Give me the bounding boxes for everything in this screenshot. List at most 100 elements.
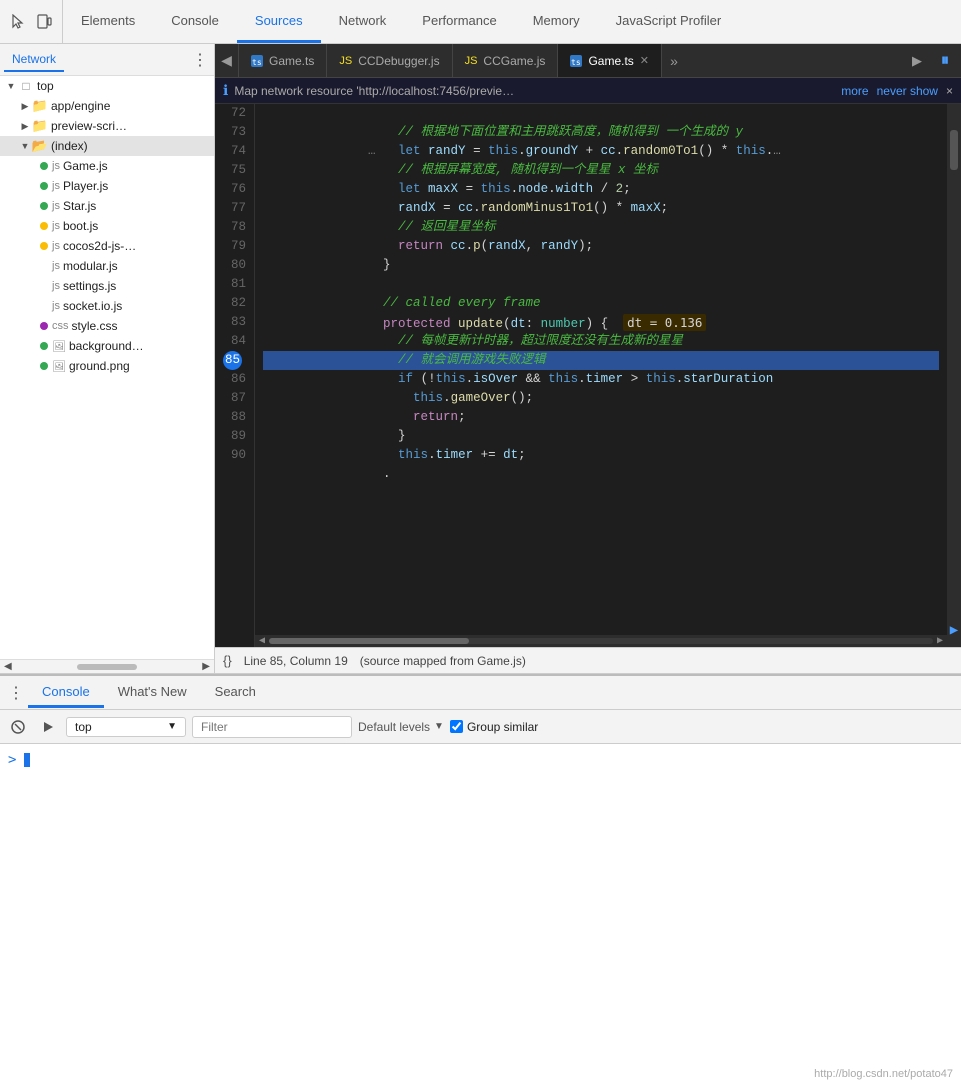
tab-performance[interactable]: Performance — [404, 0, 514, 43]
tree-item-index[interactable]: ▼ 📂 (index) — [0, 136, 214, 156]
console-toolbar: top ▼ Default levels ▼ Group similar — [0, 710, 961, 744]
tree-label-background: background… — [69, 339, 144, 353]
editor-tab-game-ts-1[interactable]: ts Game.ts — [239, 44, 327, 77]
filetree-scroll-left[interactable]: ◀ — [4, 661, 12, 672]
close-tab-btn[interactable]: ✕ — [640, 54, 649, 67]
group-similar-checkbox[interactable] — [450, 720, 463, 733]
tree-item-ground[interactable]: 🖼 ground.png — [0, 356, 214, 376]
tree-item-player-js[interactable]: js Player.js — [0, 176, 214, 196]
tab-console[interactable]: Console — [153, 0, 237, 43]
console-clear-btn[interactable] — [6, 715, 30, 739]
code-lines-scroll[interactable]: // 根据地下面位置和主用跳跃高度，随机得到 一个生成的 y … let ran… — [255, 104, 947, 635]
console-tab-whatsnew[interactable]: What's New — [104, 678, 201, 708]
tree-item-game-js[interactable]: js Game.js — [0, 156, 214, 176]
pause-btn[interactable]: ⏸ — [933, 49, 957, 73]
right-arrow-indicator: ▶ — [950, 622, 958, 641]
top-tabs: Elements Console Sources Network Perform… — [63, 0, 739, 43]
tab-memory[interactable]: Memory — [515, 0, 598, 43]
file-icon-boot-js: js — [52, 220, 60, 232]
editor-tabs-more[interactable]: » — [662, 44, 686, 77]
console-filter-input[interactable] — [192, 716, 352, 738]
watermark: http://blog.csdn.net/potato47 — [814, 1068, 953, 1080]
line-numbers: 72 73 74 75 76 77 78 79 80 81 82 83 84 8… — [215, 104, 255, 647]
file-icon-game-js: js — [52, 160, 60, 172]
tree-item-star-js[interactable]: js Star.js — [0, 196, 214, 216]
filetree-scroll-right[interactable]: ▶ — [202, 661, 210, 672]
hscroll-left-arrow[interactable]: ◀ — [259, 632, 265, 648]
spacer-socket — [40, 302, 48, 310]
tab-network[interactable]: Network — [321, 0, 405, 43]
editor-tab-ccgame[interactable]: JS CCGame.js — [453, 44, 559, 77]
tree-label-app-engine: app/engine — [51, 99, 110, 113]
pretty-print-btn[interactable]: {} — [223, 653, 232, 668]
tree-arrow-preview: ▶ — [18, 119, 32, 133]
spacer-settings — [40, 282, 48, 290]
info-icon: ℹ — [223, 82, 228, 99]
root-folder-icon: □ — [18, 78, 34, 94]
main-area: Network ⋮ ▼ □ top ▶ 📁 app/engine — [0, 44, 961, 1088]
info-more-link[interactable]: more — [841, 84, 868, 98]
console-cursor — [24, 753, 30, 767]
editor-tab-game-ts-active[interactable]: ts Game.ts ✕ — [558, 44, 662, 77]
network-tab[interactable]: Network — [4, 48, 64, 72]
tree-item-socket-js[interactable]: js socket.io.js — [0, 296, 214, 316]
tree-item-settings-js[interactable]: js settings.js — [0, 276, 214, 296]
status-source-map: (source mapped from Game.js) — [360, 654, 526, 668]
tree-label-settings-js: settings.js — [63, 279, 116, 293]
context-dropdown-arrow: ▼ — [167, 721, 177, 732]
file-tree-header: Network ⋮ — [0, 44, 214, 76]
tree-item-top[interactable]: ▼ □ top — [0, 76, 214, 96]
console-prompt-symbol: > — [8, 752, 16, 768]
dot-background — [40, 342, 48, 350]
code-hscrollbar[interactable]: ◀ ▶ — [255, 635, 947, 647]
tree-label-style-css: style.css — [72, 319, 118, 333]
folder-icon-app: 📁 — [32, 98, 48, 114]
tree-item-cocos-js[interactable]: js cocos2d-js-… — [0, 236, 214, 256]
tree-item-preview[interactable]: ▶ 📁 preview-scri… — [0, 116, 214, 136]
info-bar: ℹ Map network resource 'http://localhost… — [215, 78, 961, 104]
info-never-show[interactable]: never show — [877, 84, 938, 98]
tree-item-style-css[interactable]: css style.css — [0, 316, 214, 336]
file-icon-modular: js — [52, 260, 60, 272]
vscroll-thumb[interactable] — [950, 130, 958, 170]
console-context-select[interactable]: top ▼ — [66, 717, 186, 737]
file-icon-cocos-js: js — [52, 240, 60, 252]
code-editor: ◀ ts Game.ts JS CCDebugger.js JS CCGame.… — [215, 44, 961, 673]
file-icon-socket: js — [52, 300, 60, 312]
console-menu-icon[interactable]: ⋮ — [4, 681, 28, 705]
tree-label-player-js: Player.js — [63, 179, 108, 193]
tree-item-app-engine[interactable]: ▶ 📁 app/engine — [0, 96, 214, 116]
hscroll-right-arrow[interactable]: ▶ — [937, 632, 943, 648]
console-tab-console[interactable]: Console — [28, 678, 104, 708]
file-icon-style-css: css — [52, 320, 69, 332]
filetree-hscroll-thumb[interactable] — [77, 664, 137, 670]
tree-item-modular-js[interactable]: js modular.js — [0, 256, 214, 276]
code-content: 72 73 74 75 76 77 78 79 80 81 82 83 84 8… — [215, 104, 961, 647]
cursor-icon[interactable] — [8, 12, 28, 32]
file-tree: Network ⋮ ▼ □ top ▶ 📁 app/engine — [0, 44, 215, 673]
tab-elements[interactable]: Elements — [63, 0, 153, 43]
tree-arrow-top: ▼ — [4, 79, 18, 93]
svg-text:ts: ts — [571, 58, 581, 67]
hscroll-thumb[interactable] — [269, 638, 469, 644]
editor-tab-ccdebugger[interactable]: JS CCDebugger.js — [327, 44, 452, 77]
filetree-more-icon[interactable]: ⋮ — [190, 50, 210, 70]
tree-label-game-js: Game.js — [63, 159, 108, 173]
console-tabs-bar: ⋮ Console What's New Search — [0, 676, 961, 710]
tree-item-background[interactable]: 🖼 background… — [0, 336, 214, 356]
tab-sources[interactable]: Sources — [237, 0, 321, 43]
editor-tab-prev[interactable]: ◀ — [215, 44, 239, 77]
device-icon[interactable] — [34, 12, 54, 32]
console-tab-search[interactable]: Search — [201, 678, 270, 708]
info-close-btn[interactable]: × — [946, 84, 953, 98]
console-play-btn[interactable] — [36, 715, 60, 739]
tab-js-profiler[interactable]: JavaScript Profiler — [598, 0, 739, 43]
console-content[interactable]: > — [0, 744, 961, 1088]
tree-label-boot-js: boot.js — [63, 219, 98, 233]
toolbar-icon-group — [0, 0, 63, 43]
console-level-select[interactable]: Default levels ▼ — [358, 720, 444, 734]
tree-item-boot-js[interactable]: js boot.js — [0, 216, 214, 236]
play-btn[interactable]: ▶ — [905, 49, 929, 73]
breakpoint-85[interactable]: 85 — [223, 351, 242, 370]
dot-star-js — [40, 202, 48, 210]
